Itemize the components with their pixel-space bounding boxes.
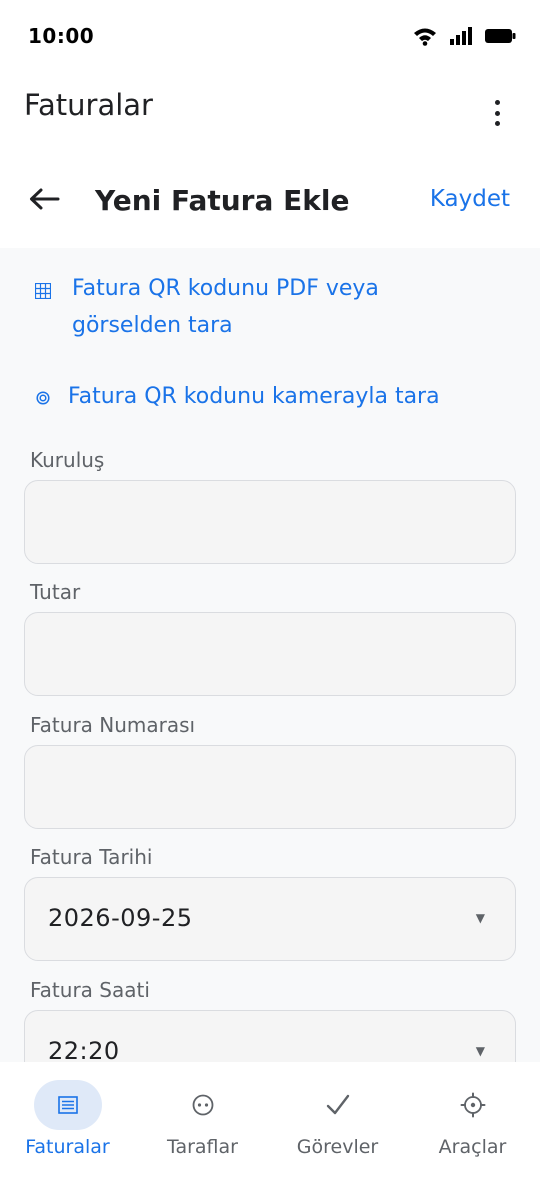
nav-label-invoices: Faturalar bbox=[25, 1136, 110, 1158]
status-bar: 10:00 bbox=[0, 0, 540, 72]
invoice-date-value: 2026-09-25 bbox=[48, 904, 193, 932]
app-title: Faturalar bbox=[24, 88, 153, 122]
institution-label: Kuruluş bbox=[30, 448, 105, 472]
dropdown-arrow-icon: ▼ bbox=[475, 911, 485, 925]
form-content[interactable]: Fatura QR kodunu PDF veya görselden tara… bbox=[0, 248, 540, 1062]
scan-qr-camera-button[interactable]: Fatura QR kodunu kamerayla tara bbox=[32, 378, 502, 415]
gear-icon bbox=[460, 1092, 485, 1118]
wifi-icon bbox=[414, 28, 436, 46]
nav-item-tasks[interactable]: Görevler bbox=[270, 1062, 405, 1181]
page-title: Yeni Fatura Ekle bbox=[95, 184, 350, 217]
nav-item-invoices[interactable]: Faturalar bbox=[0, 1062, 135, 1181]
app-bar: Faturalar bbox=[0, 72, 540, 148]
save-button[interactable]: Kaydet bbox=[430, 186, 510, 212]
more-vert-icon bbox=[494, 100, 500, 105]
nav-label-parties: Taraflar bbox=[167, 1136, 238, 1158]
parties-icon bbox=[192, 1094, 213, 1116]
back-button[interactable] bbox=[28, 182, 68, 216]
invoice-time-value: 22:20 bbox=[48, 1037, 120, 1062]
battery-icon bbox=[485, 29, 516, 43]
signal-icon bbox=[450, 27, 472, 45]
nav-item-tools[interactable]: Araçlar bbox=[405, 1062, 540, 1181]
overflow-menu-button[interactable] bbox=[482, 98, 512, 128]
qr-grid-icon bbox=[32, 283, 54, 299]
scan-qr-camera-label: Fatura QR kodunu kamerayla tara bbox=[68, 384, 440, 409]
sub-header: Yeni Fatura Ekle Kaydet bbox=[0, 148, 540, 248]
amount-label: Tutar bbox=[30, 580, 81, 604]
bottom-navigation: Faturalar Taraflar Görevler Araçlar bbox=[0, 1062, 540, 1181]
checkmark-icon bbox=[326, 1094, 349, 1115]
scan-qr-pdf-label: Fatura QR kodunu PDF veya görselden tara bbox=[72, 276, 379, 338]
nav-item-parties[interactable]: Taraflar bbox=[135, 1062, 270, 1181]
invoice-number-label: Fatura Numarası bbox=[30, 713, 196, 737]
institution-input[interactable] bbox=[24, 480, 516, 564]
status-icons bbox=[413, 26, 516, 46]
nav-label-tasks: Görevler bbox=[296, 1136, 379, 1158]
invoice-time-label: Fatura Saati bbox=[30, 978, 150, 1002]
invoice-list-icon bbox=[57, 1096, 78, 1114]
scan-qr-pdf-button[interactable]: Fatura QR kodunu PDF veya görselden tara bbox=[32, 270, 472, 344]
nav-label-tools: Araçlar bbox=[438, 1136, 507, 1158]
invoice-date-label: Fatura Tarihi bbox=[30, 845, 153, 869]
dropdown-arrow-icon: ▼ bbox=[475, 1044, 485, 1058]
nav-active-indicator bbox=[33, 1080, 102, 1130]
invoice-time-select[interactable]: 22:20 ▼ bbox=[24, 1010, 516, 1062]
camera-icon bbox=[32, 391, 54, 405]
back-arrow-icon bbox=[30, 188, 60, 210]
invoice-number-input[interactable] bbox=[24, 745, 516, 829]
amount-input[interactable] bbox=[24, 612, 516, 696]
status-time: 10:00 bbox=[28, 24, 95, 48]
invoice-date-select[interactable]: 2026-09-25 ▼ bbox=[24, 877, 516, 961]
